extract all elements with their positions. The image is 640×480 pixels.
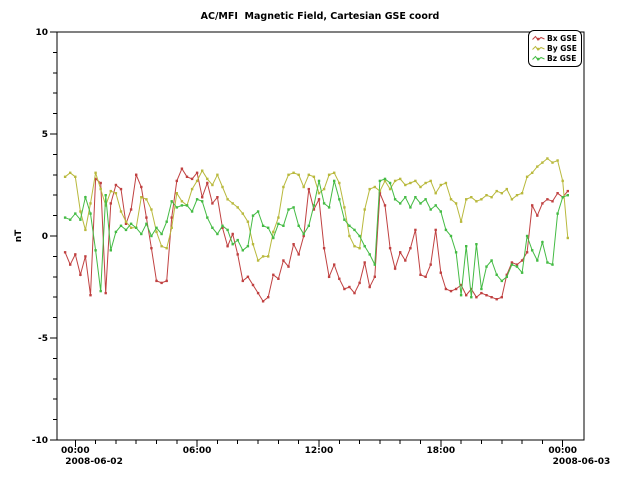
legend: Bx GSE By GSE Bz GSE [528,30,582,67]
x-tick-label: 06:00 [183,446,212,456]
y-tick-label: 5 [42,130,48,140]
legend-label-bz: Bz GSE [547,54,576,63]
chart-title: AC/MFI Magnetic Field, Cartesian GSE coo… [0,11,640,22]
plot-box [57,32,584,440]
x-date-label: 2008-06-02 [65,457,123,467]
x-axis: 00:002008-06-0206:0012:0018:0000:002008-… [61,440,610,467]
legend-item-bx: Bx GSE [532,34,578,43]
bx-line-sample-icon [532,35,545,42]
series-by-gse [64,157,569,261]
x-tick-label: 00:00 [61,446,90,456]
legend-item-bz: Bz GSE [532,54,578,63]
y-tick-label: -5 [38,334,48,344]
x-tick-label: 18:00 [426,446,455,456]
y-tick-label: -10 [32,436,48,446]
x-tick-label: 12:00 [305,446,334,456]
y-axis: 10 5 0 -5 -10 nT [14,28,57,446]
by-line-sample-icon [532,45,545,52]
legend-item-by: By GSE [532,44,578,53]
plot-canvas: 1050-5-10nT00:002008-06-0206:0012:0018:0… [0,0,640,480]
bz-line-sample-icon [532,55,545,62]
y-tick-label: 0 [42,232,48,242]
series-bx-gse [64,168,569,303]
y-axis-title: nT [14,229,24,242]
magnetic-field-chart: AC/MFI Magnetic Field, Cartesian GSE coo… [0,0,640,480]
x-tick-label: 00:00 [548,446,577,456]
y-tick-label: 10 [35,28,48,38]
legend-label-bx: Bx GSE [547,34,577,43]
legend-label-by: By GSE [547,44,577,53]
x-date-label: 2008-06-03 [553,457,611,467]
